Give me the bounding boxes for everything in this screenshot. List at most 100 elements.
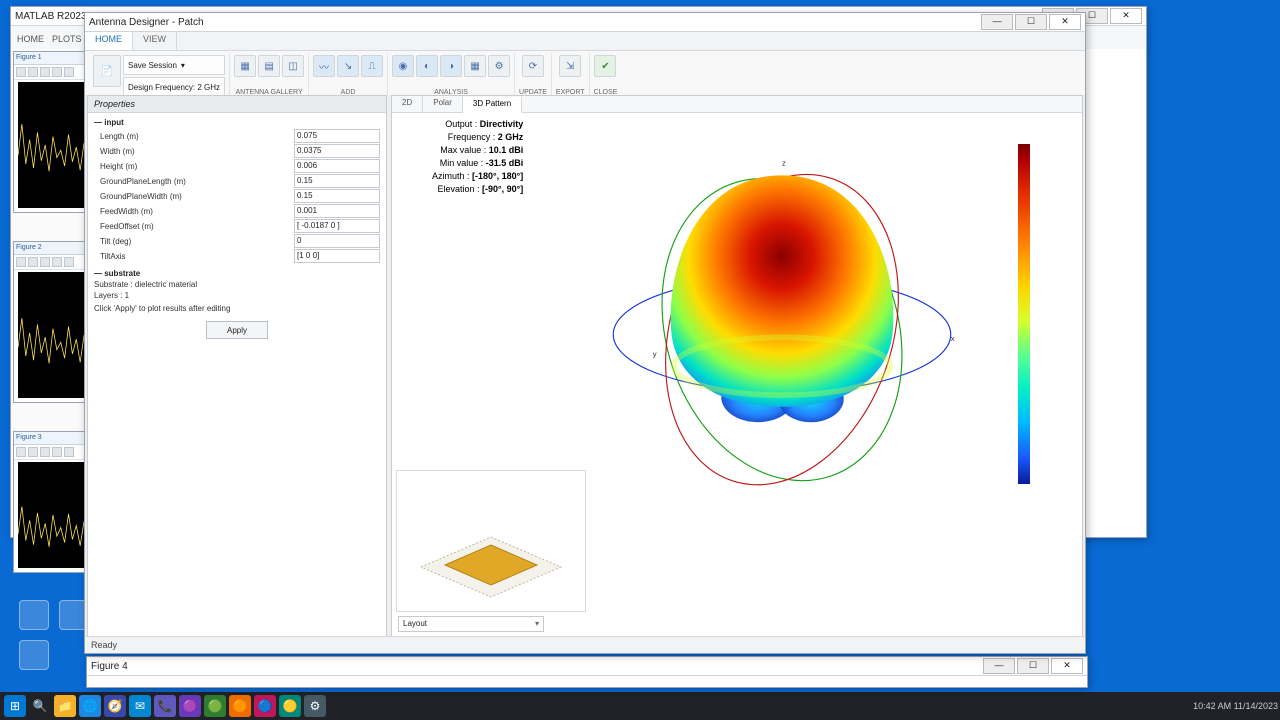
az-pattern-button[interactable]: ◐ [416,55,438,77]
new-session-button[interactable]: 📄 [93,55,121,87]
prop-label: FeedOffset (m) [94,222,294,231]
mini-plot [18,82,86,208]
radiation-pattern-svg: x y z [512,110,1052,530]
update-plots-button[interactable]: ⟳ [522,55,544,77]
mesh-button[interactable]: ▦ [464,55,486,77]
close-button[interactable]: ✕ [1051,658,1083,674]
desktop-shortcut[interactable] [16,640,52,672]
close-button[interactable]: ✕ [1110,8,1142,24]
export-button[interactable]: ⇲ [559,55,581,77]
desktop-shortcut[interactable] [16,600,52,632]
figure-toolbar[interactable] [14,255,90,270]
figure-title: Figure 1 [14,52,90,65]
docked-figure[interactable]: Figure 1 [13,51,91,213]
designer-titlebar[interactable]: Antenna Designer - Patch — ☐ ✕ [85,13,1085,32]
start-button[interactable]: ⊞ [4,695,26,717]
taskbar-app[interactable]: ⚙ [304,695,326,717]
el-pattern-button[interactable]: ◑ [440,55,462,77]
antenna-designer-window: Antenna Designer - Patch — ☐ ✕ HOME VIEW… [84,12,1086,654]
mini-plot [18,462,86,568]
geometry-layout-select[interactable]: Layout [398,616,544,632]
prop-section: — input [94,118,380,127]
sparam-button[interactable]: ↘ [337,55,359,77]
current-button[interactable]: ⎍ [361,55,383,77]
gallery-icon[interactable]: ▦ [234,55,256,77]
prop-value-input[interactable]: [ -0.0187 0 ] [294,219,380,233]
prop-label: Tilt (deg) [94,237,294,246]
taskbar-app[interactable]: 🟡 [279,695,301,717]
minimize-button[interactable]: — [981,14,1013,30]
taskbar-app[interactable]: 🟠 [229,695,251,717]
ribbon-group-file: 📄 Save Session ▾ Design Frequency: 2 GHz… [89,53,230,97]
taskbar-teams[interactable]: 📞 [154,695,176,717]
prop-value-input[interactable]: 0.001 [294,204,380,218]
figure-toolbar[interactable] [14,445,90,460]
toolstrip-tab[interactable]: PLOTS [52,34,82,44]
maximize-button[interactable]: ☐ [1015,14,1047,30]
windows-taskbar[interactable]: ⊞ 🔍 📁 🌐 🧭 ✉ 📞 🟣 🟢 🟠 🔵 🟡 ⚙ 10:42 AM 11/14… [0,692,1280,720]
pattern-info: Output : Directivity Frequency : 2 GHz M… [432,118,523,196]
prop-label: GroundPlaneLength (m) [94,177,294,186]
pattern-3d-button[interactable]: ◉ [392,55,414,77]
save-session-dropdown[interactable]: Save Session ▾ [123,55,225,75]
prop-section: — substrate [94,269,380,278]
designer-tabs: HOME VIEW [85,32,1085,51]
figure-window[interactable]: Figure 4 — ☐ ✕ [86,656,1088,688]
prop-value-input[interactable]: 0.006 [294,159,380,173]
plot-panel: 2D Polar 3D Pattern Output : Directivity… [391,95,1083,637]
plot-tab-polar[interactable]: Polar [423,96,463,112]
prop-label: Height (m) [94,162,294,171]
system-tray[interactable]: 10:42 AM 11/14/2023 [1193,701,1280,711]
tab-view[interactable]: VIEW [133,32,177,50]
tab-home[interactable]: HOME [85,32,133,50]
prop-value-input[interactable]: 0.15 [294,174,380,188]
close-button[interactable]: ✕ [1049,14,1081,30]
settings-button[interactable]: ⚙ [488,55,510,77]
docked-figure[interactable]: Figure 3 [13,431,91,573]
minimize-button[interactable]: — [983,658,1015,674]
impedance-button[interactable]: 〰 [313,55,335,77]
matlab-left-dock: Figure 1 Figure 2 Figure 3 [11,49,92,537]
maximize-button[interactable]: ☐ [1017,658,1049,674]
svg-text:x: x [951,334,955,343]
prop-label: GroundPlaneWidth (m) [94,192,294,201]
prop-subtext: Click 'Apply' to plot results after edit… [94,304,380,313]
plot-tab-2d[interactable]: 2D [392,96,423,112]
ribbon-group-gallery: ▦ ▤ ◫ ANTENNA GALLERY [230,53,309,97]
taskbar-app[interactable]: 🔵 [254,695,276,717]
figure-title: Figure 3 [14,432,90,445]
taskbar-explorer[interactable]: 📁 [54,695,76,717]
prop-value-input[interactable]: [1 0 0] [294,249,380,263]
apply-button[interactable]: Apply [206,321,268,339]
taskbar-app[interactable]: 🟣 [179,695,201,717]
prop-value-input[interactable]: 0.15 [294,189,380,203]
taskbar-app[interactable]: ✉ [129,695,151,717]
prop-label: TiltAxis [94,252,294,261]
mini-plot [18,272,86,398]
docked-figure[interactable]: Figure 2 [13,241,91,403]
gallery-icon[interactable]: ▤ [258,55,280,77]
svg-text:y: y [653,350,657,359]
designer-ribbon: 📄 Save Session ▾ Design Frequency: 2 GHz… [85,51,1085,100]
design-frequency-field[interactable]: Design Frequency: 2 GHz [123,77,225,97]
prop-subtext: Layers : 1 [94,291,380,300]
figure-toolbar[interactable] [14,65,90,80]
ribbon-group-update: ⟳ UPDATE [515,53,552,97]
prop-value-input[interactable]: 0.0375 [294,144,380,158]
designer-statusbar: Ready [85,636,1085,653]
svg-text:z: z [782,159,786,168]
geometry-thumbnail[interactable] [396,470,586,612]
taskbar-search[interactable]: 🔍 [29,695,51,717]
accept-close-button[interactable]: ✔ [594,55,616,77]
properties-title: Properties [88,96,386,113]
ribbon-group-add: 〰 ↘ ⎍ ADD [309,53,388,97]
prop-value-input[interactable]: 0.075 [294,129,380,143]
taskbar-app[interactable]: 🟢 [204,695,226,717]
colorbar [1018,144,1030,484]
taskbar-edge[interactable]: 🌐 [79,695,101,717]
pattern-3d-plot[interactable]: Output : Directivity Frequency : 2 GHz M… [392,114,1082,438]
taskbar-app[interactable]: 🧭 [104,695,126,717]
prop-value-input[interactable]: 0 [294,234,380,248]
gallery-icon[interactable]: ◫ [282,55,304,77]
toolstrip-tab[interactable]: HOME [17,34,44,44]
